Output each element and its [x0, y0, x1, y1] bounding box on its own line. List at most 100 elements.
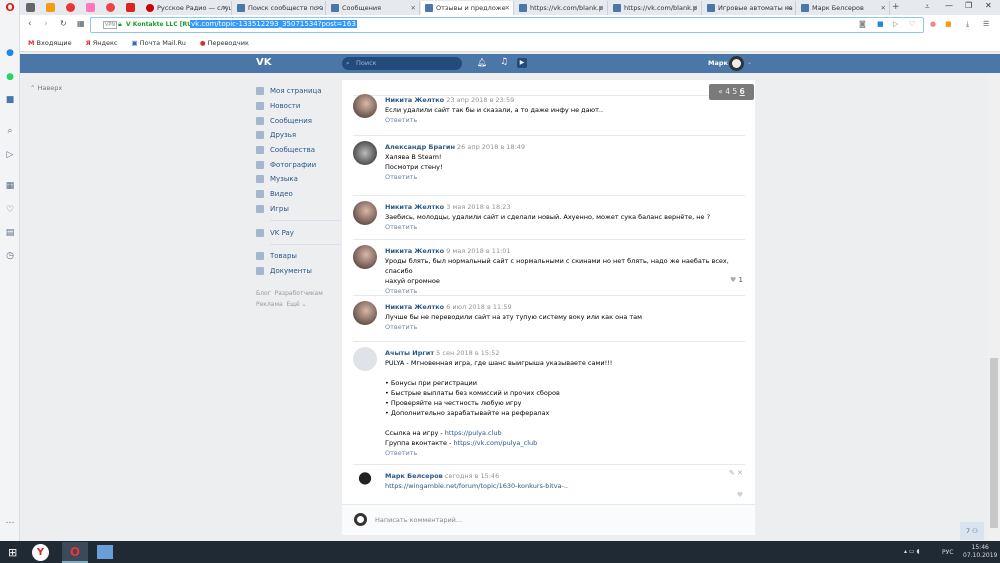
- menu-item[interactable]: Музыка: [256, 172, 341, 187]
- camera-icon[interactable]: ◙: [859, 20, 866, 28]
- minimize-button[interactable]: —: [945, 1, 953, 10]
- opera-taskbar-icon[interactable]: O: [62, 542, 88, 563]
- link[interactable]: https://pulya.club: [445, 429, 502, 437]
- pinned-tab-icon[interactable]: [26, 3, 35, 12]
- chevron-down-icon[interactable]: ⌄: [747, 59, 752, 66]
- reply-link[interactable]: Ответить: [385, 115, 745, 125]
- menu-item[interactable]: Новости: [256, 99, 341, 114]
- send-icon[interactable]: ▷: [893, 20, 898, 28]
- tray-icons[interactable]: ▴ ▭ ◖: [904, 548, 920, 555]
- page-current[interactable]: 6: [740, 87, 745, 96]
- close-icon[interactable]: ✕: [317, 4, 322, 12]
- certificate-label[interactable]: V Kontakte LLC [RU]: [126, 21, 195, 28]
- close-icon[interactable]: ✕: [787, 4, 792, 12]
- menu-item[interactable]: Видео: [256, 187, 341, 202]
- footer-link[interactable]: Ещё ⌄: [286, 301, 306, 308]
- avatar[interactable]: [353, 94, 377, 118]
- page-link[interactable]: 4: [725, 87, 730, 96]
- bell-icon[interactable]: 🔔︎: [477, 58, 487, 67]
- new-tab-button[interactable]: +: [892, 2, 900, 12]
- author-link[interactable]: Александр Брагин: [385, 143, 455, 151]
- close-window-button[interactable]: ✕: [985, 1, 992, 10]
- heart-icon[interactable]: ♡: [909, 20, 915, 28]
- close-icon[interactable]: ✕: [881, 4, 886, 12]
- send-icon[interactable]: ▷: [5, 150, 15, 160]
- windows-start-icon[interactable]: ⊞: [8, 546, 17, 559]
- page-link[interactable]: 5: [732, 87, 737, 96]
- tab[interactable]: Русское Радио — слуш ✕: [142, 1, 232, 15]
- tab[interactable]: https://vk.com/blank.p ✕: [609, 1, 702, 15]
- close-icon[interactable]: ✕: [411, 4, 416, 12]
- bookmark-gmail[interactable]: M Входящие: [28, 39, 72, 47]
- bookmark-yandex[interactable]: Я Яндекс: [86, 39, 118, 47]
- bookmark-translator[interactable]: ● Переводчик: [200, 39, 249, 47]
- bookmark-mailru[interactable]: ▣ Почта Mail.Ru: [131, 39, 185, 47]
- play-icon[interactable]: ▶: [517, 58, 527, 68]
- reload-button[interactable]: ↻: [60, 19, 67, 28]
- user-avatar[interactable]: [729, 56, 744, 71]
- reply-link[interactable]: Ответить: [385, 448, 745, 458]
- address-bar[interactable]: VPN 🔒︎ V Kontakte LLC [RU] vk.com/topic-…: [90, 17, 924, 33]
- like-button[interactable]: ♥: [737, 491, 743, 499]
- tab[interactable]: https://vk.com/blank.p ✕: [515, 1, 608, 15]
- maximize-button[interactable]: ❐: [965, 1, 972, 10]
- menu-item[interactable]: Товары: [256, 249, 341, 264]
- lock-icon[interactable]: 🔒︎: [118, 20, 122, 29]
- tab[interactable]: Сообщения ✕: [327, 1, 420, 15]
- clock[interactable]: 15:46 07.10.2019: [963, 544, 997, 560]
- extension-icon[interactable]: ■: [945, 20, 952, 28]
- yandex-browser-icon[interactable]: Y: [32, 544, 49, 561]
- comment-date[interactable]: сегодня в 15:46: [445, 472, 499, 480]
- pinned-tab-icon[interactable]: [126, 3, 135, 12]
- music-icon[interactable]: ♫: [500, 57, 508, 67]
- menu-item[interactable]: Фотографии: [256, 157, 341, 172]
- back-button[interactable]: ‹: [28, 19, 32, 29]
- comment-date[interactable]: 3 мая 2018 в 18:23: [446, 203, 510, 211]
- vk-logo[interactable]: VK: [256, 57, 272, 68]
- reply-link[interactable]: Ответить: [385, 322, 745, 332]
- link[interactable]: https://wingamble.net/forum/topic/1630-k…: [385, 481, 745, 491]
- language-indicator[interactable]: РУС: [942, 549, 953, 556]
- comment-date[interactable]: 26 апр 2018 в 18:49: [457, 143, 525, 151]
- reply-link[interactable]: Ответить: [385, 172, 745, 182]
- footer-link[interactable]: Реклама: [256, 301, 283, 308]
- scrollbar[interactable]: [988, 73, 1000, 541]
- menu-item[interactable]: Сообщения: [256, 113, 341, 128]
- link[interactable]: https://vk.com/pulya_club: [453, 439, 537, 447]
- author-link[interactable]: Ачыты Иргит: [385, 349, 434, 357]
- avatar[interactable]: [353, 470, 377, 494]
- pinned-tab-icon[interactable]: [86, 3, 95, 12]
- close-icon[interactable]: ✕: [223, 4, 228, 12]
- comment-date[interactable]: 6 июл 2018 в 11:59: [446, 303, 511, 311]
- avatar[interactable]: [353, 201, 377, 225]
- chat-button[interactable]: 7 ⚇: [960, 522, 984, 540]
- edit-icon[interactable]: ✎ ✕: [729, 469, 743, 477]
- footer-link[interactable]: Блог: [256, 290, 271, 297]
- adblock-icon[interactable]: ■: [877, 20, 884, 28]
- avatar[interactable]: [353, 245, 377, 269]
- comment-date[interactable]: 5 сен 2018 в 15:52: [436, 349, 499, 357]
- tab[interactable]: Игровые автоматы ка ✕: [703, 1, 796, 15]
- tab-active[interactable]: Отзывы и предложе ✕: [421, 1, 514, 15]
- menu-icon[interactable]: ☰: [983, 20, 989, 28]
- search-icon[interactable]: ⌕: [5, 126, 15, 136]
- pinned-tab-icon[interactable]: [46, 3, 55, 12]
- news-icon[interactable]: ▤: [5, 228, 15, 238]
- author-link[interactable]: Никита Желтко: [385, 96, 444, 104]
- avatar[interactable]: [353, 141, 377, 165]
- tab[interactable]: Марк Белсеров ✕: [797, 1, 890, 15]
- opera-logo-icon[interactable]: O: [5, 2, 15, 13]
- reply-link[interactable]: Ответить: [385, 222, 745, 232]
- heart-icon[interactable]: ♡: [5, 205, 15, 215]
- whatsapp-icon[interactable]: ●: [5, 72, 15, 82]
- url-text[interactable]: vk.com/topic-133512293_35071534?post=163: [190, 20, 357, 28]
- menu-item[interactable]: Документы: [256, 264, 341, 279]
- scrollbar-thumb[interactable]: [990, 358, 998, 528]
- author-link[interactable]: Никита Желтко: [385, 303, 444, 311]
- tab-menu-icon[interactable]: ⩡: [925, 2, 930, 12]
- page-prev[interactable]: «: [718, 87, 723, 96]
- avatar[interactable]: [353, 347, 377, 371]
- close-icon[interactable]: ✕: [693, 4, 698, 12]
- menu-item[interactable]: Сообщества: [256, 143, 341, 158]
- comment-input[interactable]: Написать комментарий...: [375, 516, 462, 524]
